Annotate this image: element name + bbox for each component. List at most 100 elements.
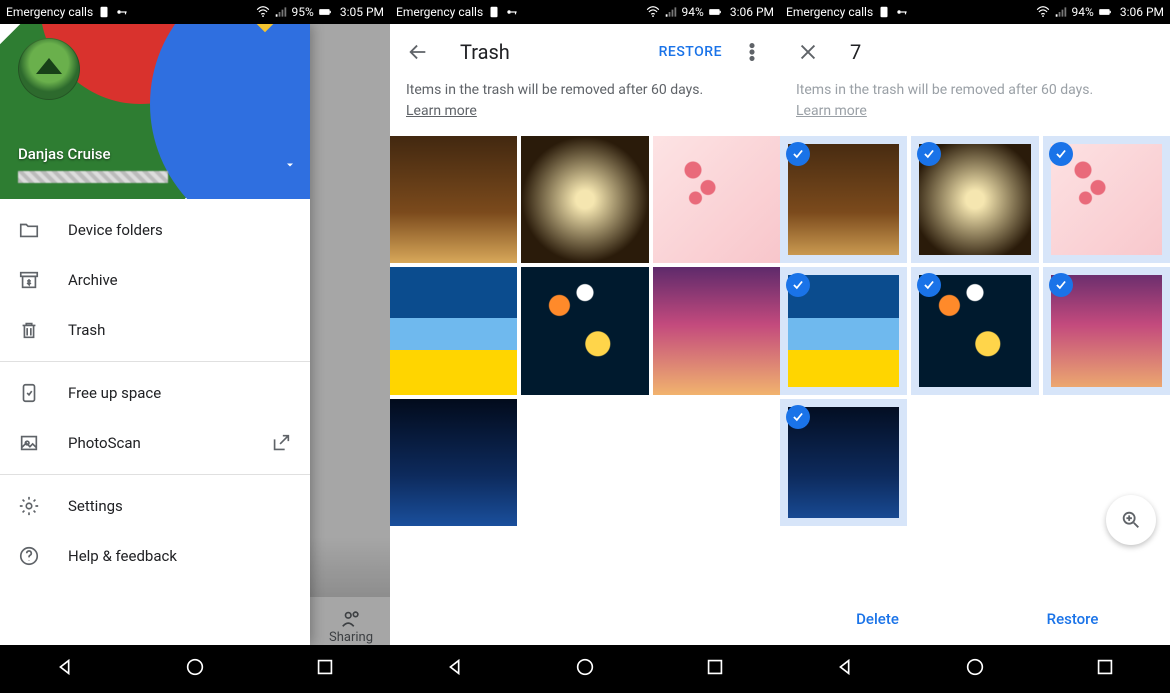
nav-bar: [390, 645, 780, 693]
sim-icon: [877, 5, 891, 19]
account-dropdown[interactable]: [284, 156, 296, 175]
overflow-button[interactable]: [732, 32, 772, 72]
home-circle-icon: [574, 656, 596, 678]
trash-note: Items in the trash will be removed after…: [390, 80, 780, 136]
photo-grid: [390, 136, 780, 526]
recents-square-icon: [1094, 656, 1116, 678]
menu-label: Archive: [68, 271, 118, 289]
battery-icon: [708, 5, 722, 19]
trash-note: Items in the trash will be removed after…: [780, 80, 1170, 136]
nav-back[interactable]: [834, 656, 856, 682]
back-triangle-icon: [54, 656, 76, 678]
folder-icon: [18, 219, 40, 241]
back-triangle-icon: [834, 656, 856, 678]
menu-settings[interactable]: Settings: [0, 481, 310, 531]
menu-photoscan[interactable]: PhotoScan: [0, 418, 310, 468]
screen-trash-selection: Emergency calls 94% 3:06 PM 7 Items in t…: [780, 0, 1170, 693]
close-icon: [797, 41, 819, 63]
photo-thumb-selected[interactable]: [1043, 136, 1170, 263]
battery-icon: [1098, 5, 1112, 19]
photo-thumb[interactable]: [390, 136, 517, 263]
screen-trash: Emergency calls 94% 3:06 PM Trash RESTOR…: [390, 0, 780, 693]
signal-icon: [274, 5, 288, 19]
status-bar: Emergency calls 94% 3:06 PM: [780, 0, 1170, 24]
avatar[interactable]: [18, 38, 80, 100]
nav-drawer: Danjas Cruise Device folders Archive Tra: [0, 24, 310, 645]
menu-archive[interactable]: Archive: [0, 255, 310, 305]
zoom-fab[interactable]: [1106, 495, 1156, 545]
menu-label: Settings: [68, 497, 123, 515]
recents-square-icon: [704, 656, 726, 678]
photo-thumb[interactable]: [390, 267, 517, 394]
photo-thumb[interactable]: [653, 267, 780, 394]
battery-pct: 95%: [292, 5, 314, 19]
clock: 3:05 PM: [340, 5, 384, 19]
learn-more-link[interactable]: Learn more: [796, 103, 867, 119]
wifi-icon: [1036, 5, 1050, 19]
wifi-icon: [256, 5, 270, 19]
freeup-icon: [18, 382, 40, 404]
photo-thumb-selected[interactable]: [911, 136, 1038, 263]
check-icon: [1049, 142, 1073, 166]
photo-thumb-selected[interactable]: [780, 267, 907, 394]
user-email-blurred: [18, 171, 168, 183]
trash-icon: [18, 319, 40, 341]
photo-thumb-selected[interactable]: [911, 267, 1038, 394]
nav-home[interactable]: [184, 656, 206, 682]
arrow-back-icon: [407, 41, 429, 63]
delete-button[interactable]: Delete: [780, 610, 975, 628]
gear-icon: [18, 495, 40, 517]
nav-back[interactable]: [54, 656, 76, 682]
carrier-text: Emergency calls: [786, 5, 873, 19]
wifi-icon: [646, 5, 660, 19]
nav-recents[interactable]: [314, 656, 336, 682]
photo-thumb-selected[interactable]: [780, 399, 907, 526]
menu-device-folders[interactable]: Device folders: [0, 205, 310, 255]
back-button[interactable]: [398, 32, 438, 72]
carrier-text: Emergency calls: [396, 5, 483, 19]
nav-recents[interactable]: [1094, 656, 1116, 682]
clear-selection-button[interactable]: [788, 32, 828, 72]
battery-pct: 94%: [682, 5, 704, 19]
menu-help[interactable]: Help & feedback: [0, 531, 310, 581]
nav-back[interactable]: [444, 656, 466, 682]
check-icon: [786, 273, 810, 297]
menu-trash[interactable]: Trash: [0, 305, 310, 355]
check-icon: [1049, 273, 1073, 297]
clock: 3:06 PM: [1120, 5, 1164, 19]
check-icon: [786, 405, 810, 429]
key-icon: [115, 5, 129, 19]
nav-recents[interactable]: [704, 656, 726, 682]
sim-icon: [487, 5, 501, 19]
key-icon: [505, 5, 519, 19]
photo-thumb[interactable]: [653, 136, 780, 263]
photo-thumb-selected[interactable]: [780, 136, 907, 263]
photo-thumb-selected[interactable]: [1043, 267, 1170, 394]
learn-more-link[interactable]: Learn more: [406, 103, 477, 119]
photo-thumb[interactable]: [390, 399, 517, 526]
menu-free-up-space[interactable]: Free up space: [0, 368, 310, 418]
nav-bar: [780, 645, 1170, 693]
menu-label: Help & feedback: [68, 547, 177, 565]
carrier-text: Emergency calls: [6, 5, 93, 19]
nav-home[interactable]: [574, 656, 596, 682]
battery-icon: [318, 5, 332, 19]
photo-thumb[interactable]: [521, 267, 648, 394]
status-bar: Emergency calls 94% 3:06 PM: [390, 0, 780, 24]
photo-thumb[interactable]: [521, 136, 648, 263]
photoscan-icon: [18, 432, 40, 454]
menu-label: PhotoScan: [68, 434, 141, 452]
nav-home[interactable]: [964, 656, 986, 682]
restore-all-button[interactable]: RESTORE: [649, 36, 732, 68]
restore-button[interactable]: Restore: [975, 610, 1170, 628]
trash-note-text: Items in the trash will be removed after…: [796, 82, 1093, 98]
zoom-in-icon: [1120, 509, 1142, 531]
status-bar: Emergency calls 95% 3:05 PM: [0, 0, 390, 24]
sim-icon: [97, 5, 111, 19]
trash-note-text: Items in the trash will be removed after…: [406, 82, 703, 98]
help-icon: [18, 545, 40, 567]
menu-label: Trash: [68, 321, 105, 339]
page-title: Trash: [460, 40, 510, 64]
check-icon: [917, 142, 941, 166]
external-link-icon: [270, 432, 292, 454]
